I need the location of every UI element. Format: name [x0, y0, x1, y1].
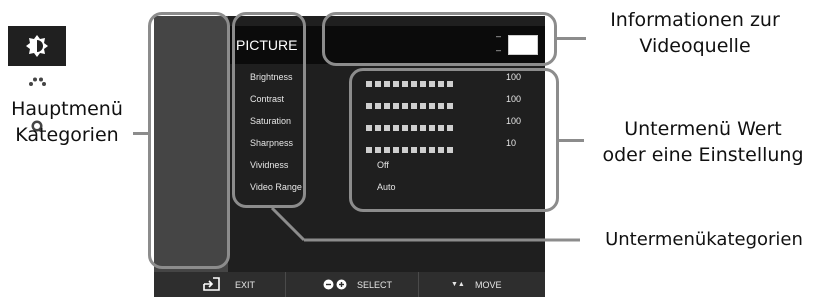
footer-select-label[interactable]: SELECT	[357, 280, 392, 290]
annotation-submenu-categories: Untermenükategorien	[605, 229, 803, 250]
annotation-line: Informationen zur	[610, 9, 780, 31]
annotation-line: Hauptmenü	[11, 98, 123, 120]
sidebar-item-3d[interactable]: 3D	[0, 230, 74, 270]
callout-main-menu	[148, 12, 230, 269]
leader-line-main-menu	[133, 132, 149, 135]
sidebar-item-grid[interactable]	[0, 148, 74, 188]
grid-icon	[26, 157, 48, 179]
select-icon	[323, 279, 347, 290]
annotation-main-menu: Hauptmenü Kategorien	[0, 96, 134, 148]
move-icon: ▼▲	[451, 281, 465, 288]
pip-icon	[24, 197, 50, 219]
annotation-line: oder eine Einstellung	[602, 144, 804, 166]
footer-divider	[285, 272, 286, 297]
exit-icon	[203, 277, 220, 291]
annotation-submenu-value: Untermenü Wert oder eine Einstellung	[584, 116, 822, 168]
footer-exit-label[interactable]: EXIT	[235, 280, 255, 290]
annotation-line: Kategorien	[15, 124, 119, 146]
callout-submenu-categories	[232, 12, 306, 208]
brightness-icon	[26, 35, 48, 57]
callout-source-info	[322, 12, 557, 66]
footer-move-label[interactable]: MOVE	[475, 280, 502, 290]
3d-icon: 3D	[22, 236, 52, 263]
sidebar-item-pip[interactable]	[0, 188, 74, 228]
footer-divider	[418, 272, 419, 297]
palette-icon	[25, 75, 49, 98]
callout-submenu-value	[349, 68, 559, 212]
leader-line-submenu-value	[558, 139, 584, 142]
annotation-line: Untermenü Wert	[624, 118, 782, 140]
sidebar-item-picture[interactable]	[8, 26, 66, 66]
annotation-source-info: Informationen zur Videoquelle	[582, 7, 808, 59]
annotation-line: Videoquelle	[639, 35, 751, 57]
leader-line-submenu-categories	[270, 206, 580, 242]
